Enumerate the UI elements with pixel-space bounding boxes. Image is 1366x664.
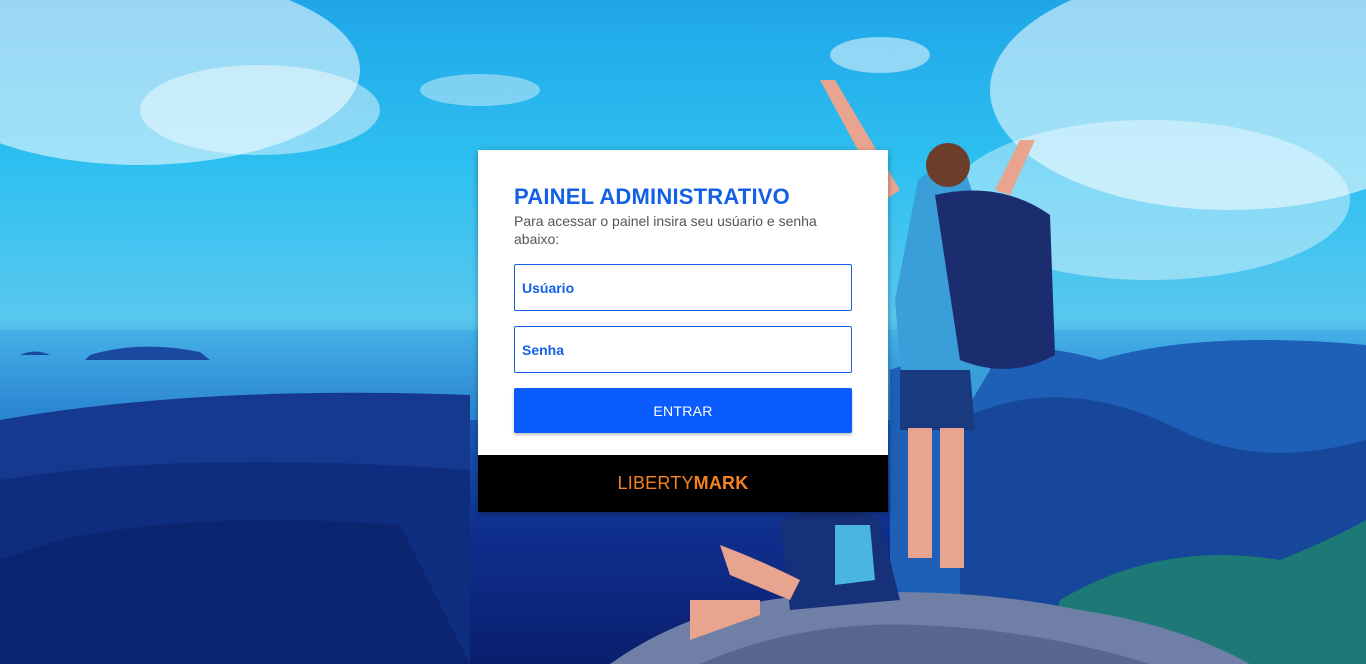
brand-footer: LIBERTY MARK	[478, 455, 888, 512]
page-title: PAINEL ADMINISTRATIVO	[514, 184, 790, 209]
brand-logo-part-mark: MARK	[693, 473, 749, 493]
login-button[interactable]: ENTRAR	[514, 388, 852, 433]
login-card: PAINEL ADMINISTRATIVO Para acessar o pai…	[478, 150, 888, 512]
login-form: PAINEL ADMINISTRATIVO Para acessar o pai…	[478, 150, 888, 433]
login-instructions: Para acessar o painel insira seu usúario…	[514, 213, 817, 247]
username-input[interactable]	[514, 264, 852, 311]
brand-logo-part-liberty: LIBERTY	[617, 473, 694, 493]
password-input[interactable]	[514, 326, 852, 373]
